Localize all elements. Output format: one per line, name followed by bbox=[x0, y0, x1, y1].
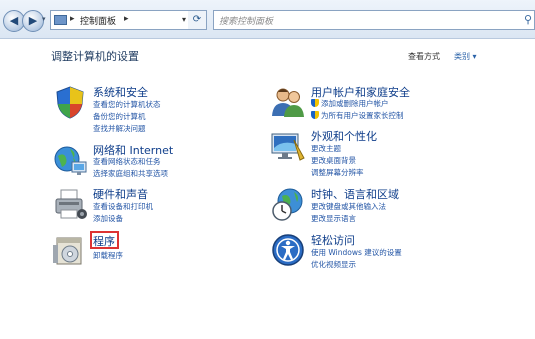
programs-icon[interactable] bbox=[52, 233, 88, 269]
category-hardware-sound: 硬件和声音 查看设备和打印机 添加设备 bbox=[52, 186, 252, 226]
navigation-bar: ◀ ▶ ▾ ▸ 控制面板 ▸ ▾ ⟳ 搜索控制面板 ⚲ bbox=[0, 0, 535, 39]
page-title: 调整计算机的设置 bbox=[51, 50, 139, 63]
link-add-device[interactable]: 添加设备 bbox=[93, 213, 123, 224]
search-box[interactable]: 搜索控制面板 ⚲ bbox=[213, 10, 535, 30]
refresh-icon: ⟳ bbox=[192, 14, 202, 25]
category-user-accounts: 用户帐户和家庭安全 添加或删除用户帐户 为所有用户设置家长控制 bbox=[270, 84, 530, 124]
link-change-display-language[interactable]: 更改显示语言 bbox=[311, 213, 356, 224]
uac-shield-icon bbox=[311, 99, 319, 107]
category-programs: 程序 卸载程序 bbox=[52, 233, 252, 267]
refresh-button[interactable]: ⟳ bbox=[188, 10, 207, 30]
forward-arrow-icon: ▶ bbox=[28, 14, 38, 27]
forward-button[interactable]: ▶ bbox=[22, 10, 44, 32]
category-appearance: 外观和个性化 更改主题 更改桌面背景 调整屏幕分辨率 bbox=[270, 128, 530, 184]
programs-highlight-box bbox=[90, 231, 119, 249]
shield-icon[interactable] bbox=[52, 84, 88, 120]
link-parental-controls-label: 为所有用户设置家长控制 bbox=[321, 111, 404, 120]
link-parental-controls[interactable]: 为所有用户设置家长控制 bbox=[311, 110, 404, 121]
clock-globe-icon[interactable] bbox=[270, 186, 306, 222]
appearance-icon[interactable] bbox=[270, 128, 306, 164]
network-icon[interactable] bbox=[52, 142, 88, 178]
link-troubleshoot[interactable]: 查找并解决问题 bbox=[93, 123, 146, 134]
link-view-computer-status[interactable]: 查看您的计算机状态 bbox=[93, 99, 161, 110]
history-dropdown-icon[interactable]: ▾ bbox=[42, 15, 46, 23]
link-change-theme[interactable]: 更改主题 bbox=[311, 143, 341, 154]
category-ease-of-access: 轻松访问 使用 Windows 建议的设置 优化视频显示 bbox=[270, 232, 530, 272]
link-add-remove-accounts-label: 添加或删除用户帐户 bbox=[321, 99, 389, 108]
search-icon[interactable]: ⚲ bbox=[524, 13, 532, 26]
back-arrow-icon: ◀ bbox=[9, 14, 19, 27]
breadcrumb-separator-icon[interactable]: ▸ bbox=[70, 14, 75, 24]
link-windows-recommended-settings[interactable]: 使用 Windows 建议的设置 bbox=[311, 247, 402, 258]
category-network-internet: 网络和 Internet 查看网络状态和任务 选择家庭组和共享选项 bbox=[52, 142, 252, 182]
link-change-keyboards[interactable]: 更改键盘或其他输入法 bbox=[311, 201, 386, 212]
link-add-remove-accounts[interactable]: 添加或删除用户帐户 bbox=[311, 98, 389, 109]
link-change-desktop-background[interactable]: 更改桌面背景 bbox=[311, 155, 356, 166]
address-dropdown-icon[interactable]: ▾ bbox=[182, 15, 186, 24]
category-system-security: 系统和安全 查看您的计算机状态 备份您的计算机 查找并解决问题 bbox=[52, 84, 252, 140]
address-bar[interactable]: ▸ 控制面板 ▸ ▾ bbox=[50, 10, 207, 30]
users-icon[interactable] bbox=[270, 84, 306, 120]
category-title-system-security[interactable]: 系统和安全 bbox=[93, 84, 148, 100]
category-title-hardware-sound[interactable]: 硬件和声音 bbox=[93, 186, 148, 202]
control-panel-icon bbox=[54, 15, 67, 25]
view-by-dropdown[interactable]: 类别 ▾ bbox=[454, 51, 477, 62]
link-backup-computer[interactable]: 备份您的计算机 bbox=[93, 111, 146, 122]
link-screen-resolution[interactable]: 调整屏幕分辨率 bbox=[311, 167, 364, 178]
link-devices-printers[interactable]: 查看设备和打印机 bbox=[93, 201, 153, 212]
category-clock-language-region: 时钟、语言和区域 更改键盘或其他输入法 更改显示语言 bbox=[270, 186, 530, 226]
view-by-label: 查看方式 bbox=[408, 52, 440, 61]
link-uninstall-program[interactable]: 卸载程序 bbox=[93, 250, 123, 261]
ease-of-access-icon[interactable] bbox=[270, 232, 306, 268]
link-optimize-visual-display[interactable]: 优化视频显示 bbox=[311, 259, 356, 270]
uac-shield-icon bbox=[311, 111, 319, 119]
link-view-network-status[interactable]: 查看网络状态和任务 bbox=[93, 156, 161, 167]
link-homegroup-sharing[interactable]: 选择家庭组和共享选项 bbox=[93, 168, 168, 179]
category-title-appearance[interactable]: 外观和个性化 bbox=[311, 128, 377, 144]
search-input[interactable]: 搜索控制面板 bbox=[219, 14, 273, 27]
breadcrumb-control-panel[interactable]: 控制面板 bbox=[80, 14, 116, 27]
category-title-ease-of-access[interactable]: 轻松访问 bbox=[311, 232, 355, 248]
breadcrumb-separator-icon[interactable]: ▸ bbox=[124, 14, 129, 24]
printer-icon[interactable] bbox=[52, 186, 88, 222]
category-title-clock-language-region[interactable]: 时钟、语言和区域 bbox=[311, 186, 399, 202]
